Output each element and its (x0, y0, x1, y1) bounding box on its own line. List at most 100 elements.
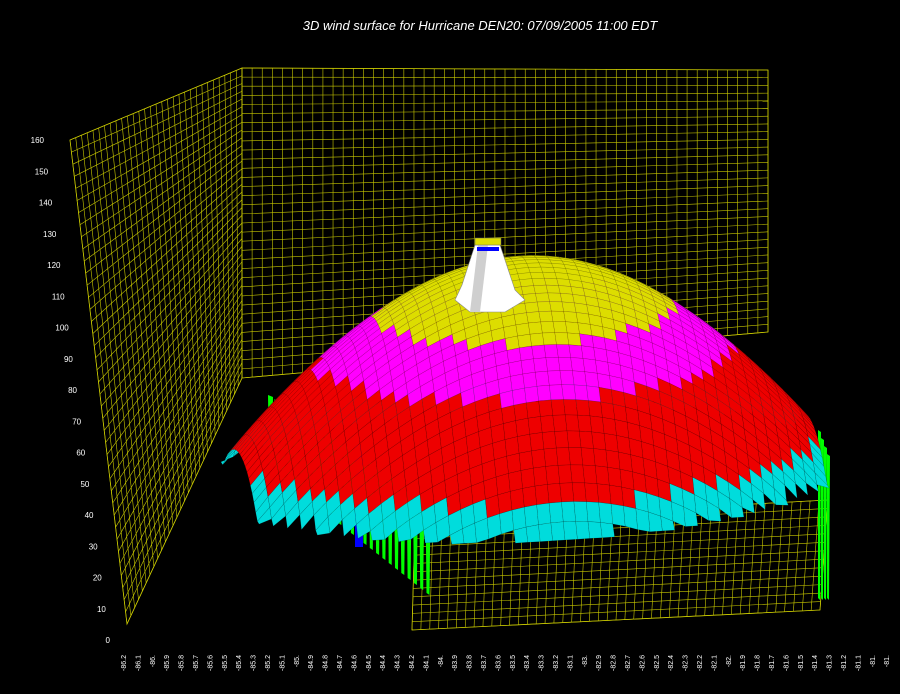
x-tick-label: -85.8 (179, 655, 186, 671)
z-tick-label: 110 (52, 292, 65, 301)
surface-cell (538, 522, 553, 542)
x-tick-label: -82.1 (711, 655, 718, 671)
surface-cell (563, 399, 578, 416)
surface-cell (605, 449, 621, 470)
surface-cell (529, 332, 545, 347)
surface-cell (517, 334, 532, 349)
left-wall-hline (101, 238, 243, 407)
left-wall-hline (81, 129, 243, 238)
surface-cell (519, 278, 534, 287)
surface-cell (595, 465, 610, 486)
peak-cap (474, 237, 502, 246)
left-wall-hline (102, 246, 243, 419)
surface-cell (600, 522, 615, 538)
surface-cell (561, 501, 576, 522)
x-tick-label: -85.5 (222, 655, 229, 671)
surface-cell (535, 292, 550, 303)
surface-cell (579, 333, 594, 348)
surface-cell (530, 272, 545, 279)
left-wall-hline (94, 199, 243, 346)
surface-cell (572, 370, 587, 386)
surface-cell (499, 509, 514, 535)
floor-vline (784, 501, 793, 612)
floor-vline (810, 500, 820, 611)
surface-cell (535, 370, 550, 387)
floor-vline (704, 506, 712, 616)
floor-hline (413, 550, 825, 573)
surface-cell (577, 414, 592, 433)
surface-cell (558, 357, 573, 371)
floor-vline (722, 505, 730, 615)
x-tick-label: -81.1 (855, 655, 862, 671)
surface-cell (552, 321, 568, 334)
surface-cell (561, 384, 577, 400)
floor-vline (713, 505, 721, 616)
surface-cell (503, 420, 518, 440)
surface-cell (497, 491, 513, 514)
x-tick-label: -83.6 (495, 655, 502, 671)
surface-cell (563, 311, 578, 323)
x-tick-label: -81. (870, 655, 877, 667)
surface-cell (524, 301, 540, 313)
x-tick-label: -86.2 (121, 655, 128, 671)
surface-cell (545, 284, 561, 294)
surface-cell (524, 259, 540, 264)
surface-cell (575, 312, 591, 325)
surface-cell (536, 502, 552, 525)
x-tick-label: -82.8 (611, 655, 618, 671)
surface-cell (598, 387, 614, 405)
x-tick-label: -84.1 (423, 655, 430, 671)
surface-cell (572, 482, 587, 502)
surface-cell (517, 434, 532, 454)
surface-cell (584, 482, 599, 503)
floor-vline (615, 510, 622, 621)
surface-cell (508, 470, 523, 492)
surface-cell (540, 321, 555, 334)
floor-hline (412, 575, 823, 598)
surface-cell (597, 373, 612, 390)
left-wall-grid (69, 67, 243, 626)
floor-hline (413, 558, 824, 581)
surface-cell (549, 384, 564, 401)
z-tick-label: 30 (89, 542, 98, 551)
surface-cell (549, 301, 564, 312)
surface-cell (596, 483, 612, 505)
surface-cell (582, 358, 598, 374)
left-wall-hline (123, 362, 243, 600)
floor-vline (731, 504, 739, 615)
surface-cell (589, 415, 605, 434)
surface-cell (581, 345, 596, 361)
x-tick-label: -84.7 (337, 655, 344, 671)
z-tick-label: 0 (106, 636, 111, 645)
surface-cell (602, 417, 617, 436)
surface-cell (511, 506, 527, 531)
surface-cell (552, 414, 568, 432)
x-tick-label: -82.4 (668, 655, 675, 671)
left-wall-hline (119, 339, 243, 564)
surface-cell (557, 464, 573, 484)
x-tick-label: -81.9 (740, 655, 747, 671)
x-tick-label: -84.8 (323, 655, 330, 671)
x-tick-label: -83.3 (539, 655, 546, 671)
surface-cell (519, 345, 534, 361)
z-tick-label: 70 (72, 417, 81, 426)
surface-cell (524, 504, 539, 528)
surface-cell (561, 301, 577, 313)
x-tick-label: -81.5 (798, 655, 805, 671)
surface-cell (554, 332, 570, 345)
x-tick-label: -86.1 (135, 655, 142, 671)
x-tick-label: -86. (150, 655, 157, 667)
x-tick-label: -81. (884, 655, 891, 667)
z-tick-label: 10 (97, 605, 106, 614)
x-tick-label: -83.4 (524, 655, 531, 671)
surface-cell (495, 473, 511, 496)
surface-cell (565, 321, 580, 334)
x-tick-label: -84.4 (380, 655, 387, 671)
surface-cell (545, 357, 561, 372)
x-tick-label: -84. (438, 655, 445, 667)
surface-cell (538, 310, 554, 323)
z-tick-label: 90 (64, 355, 73, 364)
surface-cell (513, 312, 529, 326)
surface-cell (536, 385, 552, 402)
surface-cell (540, 266, 556, 273)
